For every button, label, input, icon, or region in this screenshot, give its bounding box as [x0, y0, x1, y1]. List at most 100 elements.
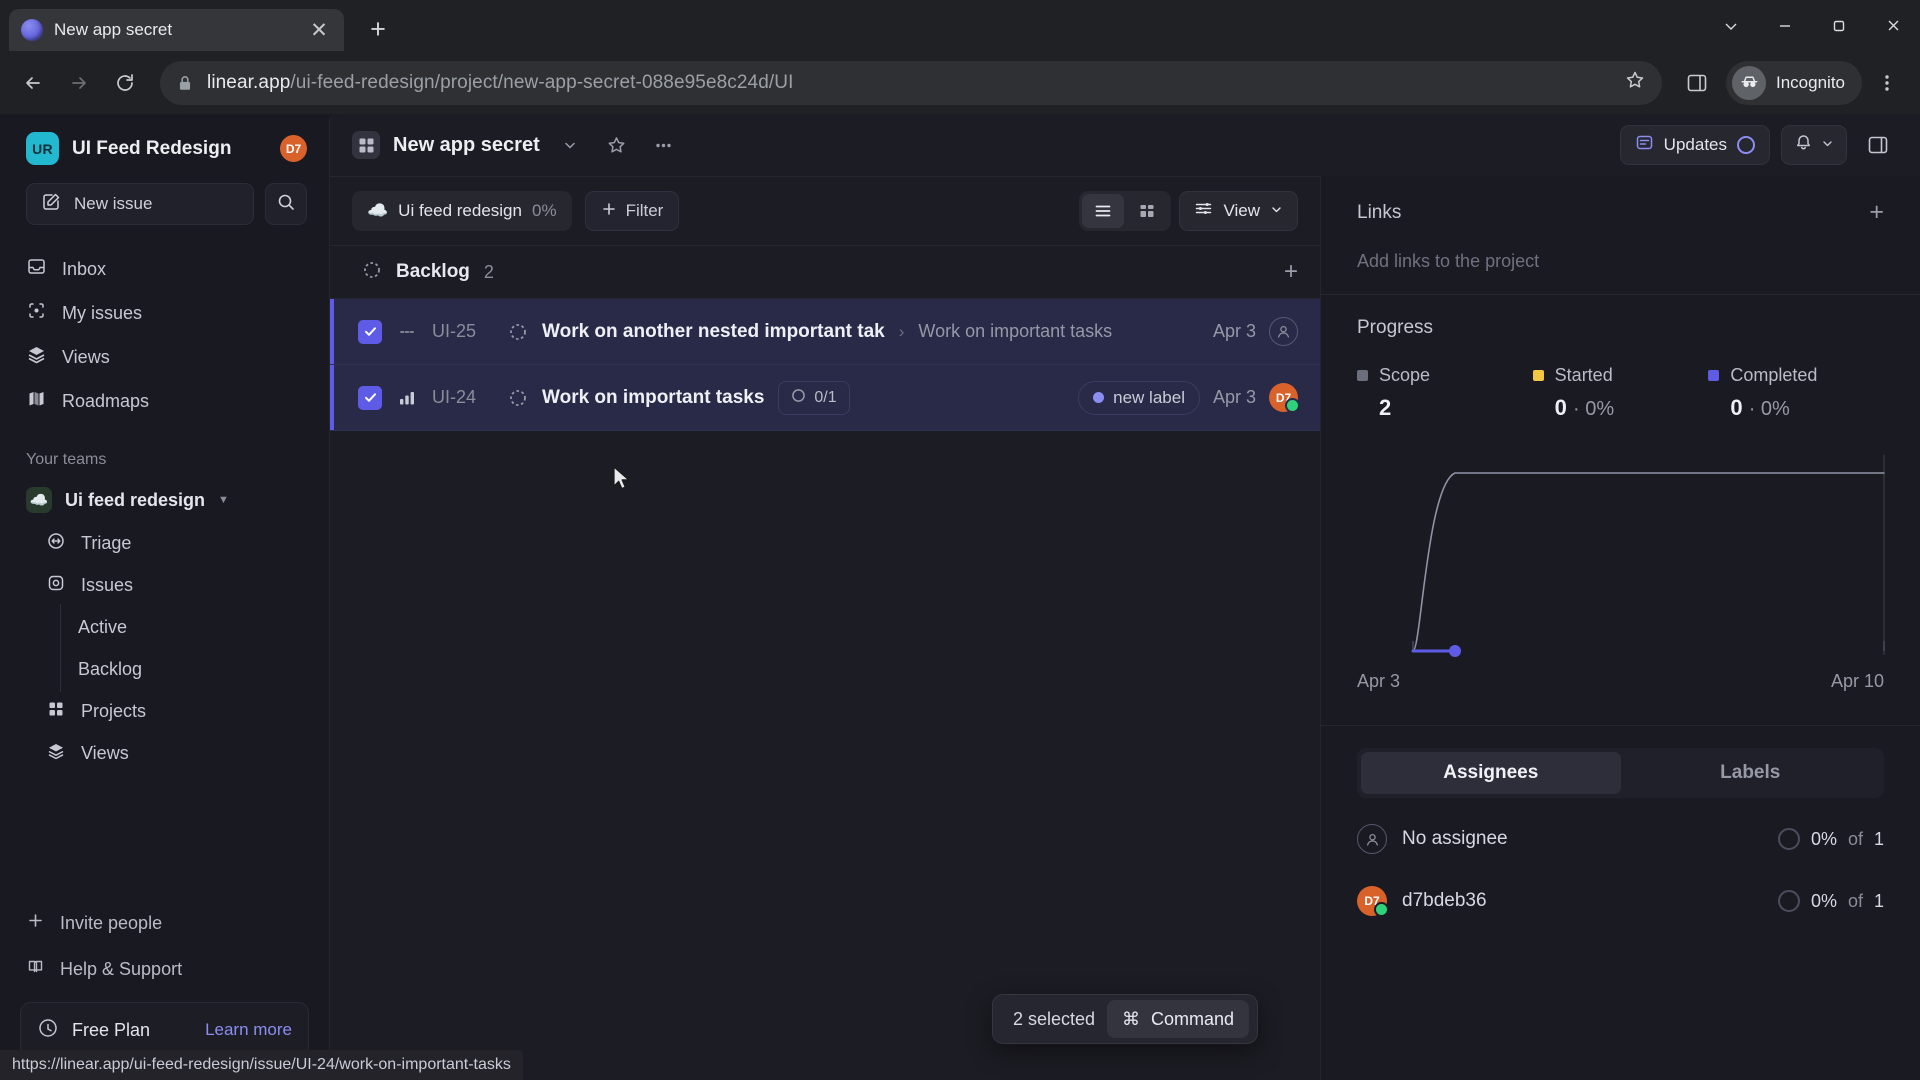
stat-value: 0 · 0% — [1708, 395, 1884, 421]
view-options-button[interactable]: View — [1179, 191, 1298, 231]
inbox-icon — [26, 256, 47, 282]
view-label: View — [1223, 201, 1260, 220]
sidebar-item-label: Roadmaps — [62, 390, 150, 411]
sidebar-item-backlog[interactable]: Backlog — [14, 646, 315, 692]
sidebar-item-views[interactable]: Views — [14, 335, 315, 379]
chart-x-start: Apr 3 — [1357, 671, 1401, 691]
command-button[interactable]: ⌘ Command — [1107, 1000, 1250, 1038]
chevron-down-icon[interactable] — [553, 128, 587, 162]
issues-icon — [46, 573, 66, 598]
close-icon[interactable] — [1866, 0, 1920, 51]
issue-date: Apr 3 — [1212, 321, 1256, 341]
updates-label: Updates — [1663, 135, 1727, 154]
sidebar-item-triage[interactable]: Triage — [14, 522, 315, 564]
sidebar-item-roadmaps[interactable]: Roadmaps — [14, 379, 315, 423]
url-path: /ui-feed-redesign/project/new-app-secret… — [290, 71, 794, 93]
no-priority-icon[interactable] — [396, 323, 418, 341]
minimize-icon[interactable] — [1758, 0, 1812, 51]
list-item[interactable]: No assignee 0% of 1 — [1357, 808, 1884, 870]
plus-icon[interactable]: + — [1284, 258, 1298, 286]
sidebar-item-active[interactable]: Active — [14, 604, 315, 650]
stat-label-row: Scope — [1357, 365, 1533, 386]
ellipsis-icon[interactable] — [647, 128, 681, 162]
status-badge[interactable]: new label — [1078, 380, 1200, 415]
maximize-icon[interactable] — [1812, 0, 1866, 51]
links-empty-text: Add links to the project — [1357, 251, 1540, 271]
plus-icon[interactable]: + — [1869, 198, 1884, 227]
chevron-down-icon[interactable] — [1704, 0, 1758, 51]
table-row[interactable]: UI-25 Work on another nested important t… — [330, 299, 1320, 365]
reload-icon[interactable] — [104, 62, 146, 104]
sidebar-item-projects[interactable]: Projects — [14, 690, 315, 732]
search-input[interactable] — [265, 183, 307, 225]
backlog-circle-icon[interactable] — [508, 388, 528, 408]
tab-labels[interactable]: Labels — [1621, 752, 1881, 794]
group-name: Backlog — [396, 261, 470, 282]
new-tab-button[interactable]: + — [358, 9, 398, 49]
plan-icon — [37, 1017, 59, 1044]
sidebar-actions: New issue — [0, 175, 329, 237]
view-controls: View — [1079, 191, 1298, 231]
chevron-down-icon — [1821, 135, 1834, 155]
row-checkbox[interactable] — [358, 319, 382, 344]
browser-tab[interactable]: New app secret ✕ — [9, 9, 344, 51]
sub-issue-count[interactable]: 0/1 — [778, 380, 850, 415]
no-assignee-icon[interactable] — [1269, 317, 1298, 346]
workspace-switcher[interactable]: UR UI Feed Redesign D7 — [0, 114, 329, 175]
window-controls — [1704, 0, 1920, 51]
group-header-backlog[interactable]: Backlog 2 + — [330, 245, 1320, 299]
plan-name: Free Plan — [72, 1019, 151, 1040]
chip-percent: 0% — [531, 201, 557, 220]
kebab-menu-icon[interactable] — [1866, 62, 1908, 104]
layers-icon — [26, 344, 47, 370]
team-filter-chip[interactable]: ☁️ Ui feed redesign 0% — [352, 191, 572, 231]
stat-completed: Completed 0 · 0% — [1708, 365, 1884, 421]
main-area: New app secret Updates ☁️ Ui feed redesi… — [329, 114, 1920, 1080]
invite-people-button[interactable]: Invite people — [14, 900, 315, 946]
list-icon[interactable] — [1082, 194, 1125, 228]
header-actions: Updates — [1619, 125, 1898, 165]
address-bar[interactable]: linear.app/ui-feed-redesign/project/new-… — [160, 60, 1662, 105]
view-mode-switch — [1079, 191, 1172, 231]
sidebar: UR UI Feed Redesign D7 New issue Inbox M… — [0, 114, 329, 1080]
learn-more-link[interactable]: Learn more — [205, 1020, 292, 1040]
notifications-button[interactable] — [1781, 125, 1847, 165]
new-issue-button[interactable]: New issue — [26, 183, 254, 225]
updates-button[interactable]: Updates — [1619, 125, 1770, 165]
help-support-button[interactable]: Help & Support — [14, 946, 315, 992]
sidebar-item-label: Triage — [81, 532, 132, 553]
tab-assignees[interactable]: Assignees — [1361, 752, 1621, 794]
star-icon[interactable] — [1624, 69, 1646, 96]
board-icon[interactable] — [1126, 194, 1168, 228]
links-section: Links + Add links to the project — [1321, 176, 1920, 295]
sidebar-item-issues[interactable]: Issues — [14, 564, 315, 606]
avatar[interactable]: D7 — [1269, 383, 1300, 413]
row-checkbox[interactable] — [358, 385, 382, 410]
table-row[interactable]: UI-24 Work on important tasks 0/1 new la… — [330, 365, 1320, 431]
sidebar-item-my-issues[interactable]: My issues — [14, 291, 315, 335]
teams-heading: Your teams — [26, 451, 107, 468]
project-header: New app secret Updates — [330, 114, 1920, 176]
avatar[interactable]: D7 — [280, 135, 307, 162]
sidebar-item-team-views[interactable]: Views — [14, 732, 315, 774]
row-meta: new label Apr 3 D7 — [1078, 380, 1300, 415]
assignee-total: 1 — [1873, 890, 1884, 911]
back-arrow-icon[interactable] — [12, 62, 54, 104]
priority-high-icon[interactable] — [396, 389, 418, 407]
profile-chip[interactable]: Incognito — [1726, 60, 1862, 105]
browser-toolbar: linear.app/ui-feed-redesign/project/new-… — [0, 51, 1920, 114]
sidebar-item-inbox[interactable]: Inbox — [14, 247, 315, 291]
chevron-down-icon[interactable]: ▼ — [218, 494, 229, 506]
add-filter-button[interactable]: Filter — [584, 191, 680, 231]
side-panel-icon[interactable] — [1676, 62, 1718, 104]
star-icon[interactable] — [600, 128, 634, 162]
sidebar-team-ui-feed-redesign[interactable]: ☁️ Ui feed redesign ▼ — [14, 478, 315, 522]
issue-id: UI-24 — [432, 387, 477, 407]
right-panel-icon[interactable] — [1858, 125, 1898, 165]
close-icon[interactable]: ✕ — [306, 17, 332, 43]
list-item[interactable]: D7 d7bdeb36 0% of 1 — [1357, 870, 1884, 932]
progress-ring-icon — [1777, 828, 1800, 850]
backlog-circle-icon[interactable] — [508, 322, 528, 342]
forward-arrow-icon[interactable] — [58, 62, 100, 104]
assignee-total: 1 — [1873, 828, 1884, 849]
